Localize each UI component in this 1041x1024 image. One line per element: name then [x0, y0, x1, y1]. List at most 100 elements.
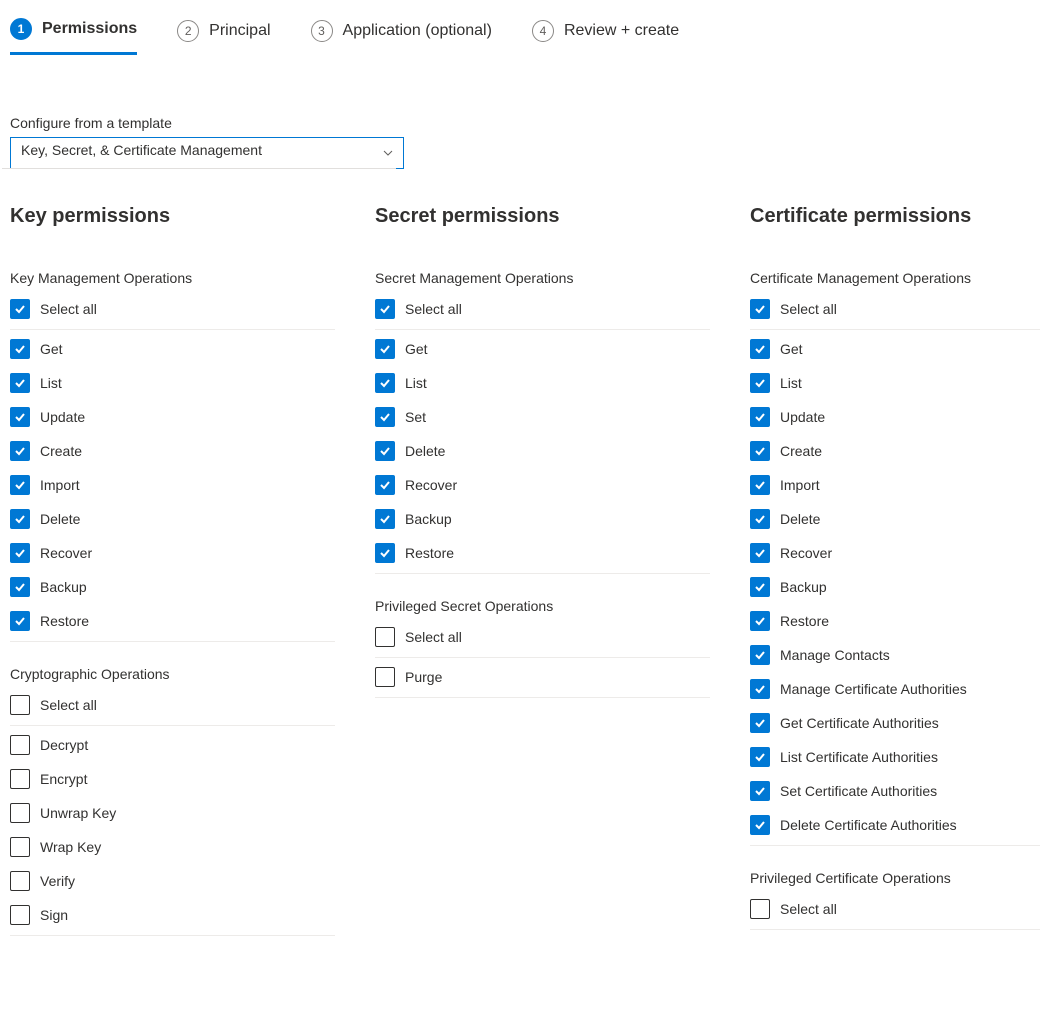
checkbox[interactable]: [750, 373, 770, 393]
permission-row[interactable]: Set: [375, 400, 710, 434]
checkbox[interactable]: [10, 407, 30, 427]
checkbox[interactable]: [375, 441, 395, 461]
permission-row[interactable]: Create: [10, 434, 335, 468]
permission-row[interactable]: Get: [750, 332, 1040, 366]
checkbox[interactable]: [750, 475, 770, 495]
checkbox[interactable]: [750, 747, 770, 767]
checkbox[interactable]: [750, 645, 770, 665]
checkbox[interactable]: [10, 441, 30, 461]
permission-row[interactable]: Delete: [750, 502, 1040, 536]
checkbox[interactable]: [750, 781, 770, 801]
checkbox[interactable]: [375, 475, 395, 495]
permission-row[interactable]: List: [375, 366, 710, 400]
permission-row[interactable]: Unwrap Key: [10, 796, 335, 830]
checkbox[interactable]: [750, 407, 770, 427]
permission-row[interactable]: Manage Contacts: [750, 638, 1040, 672]
checkbox[interactable]: [10, 299, 30, 319]
checkbox[interactable]: [10, 803, 30, 823]
permission-row[interactable]: Import: [750, 468, 1040, 502]
permission-row[interactable]: Get: [10, 332, 335, 366]
permission-row[interactable]: Import: [10, 468, 335, 502]
checkbox[interactable]: [10, 509, 30, 529]
permission-row[interactable]: Decrypt: [10, 728, 335, 762]
checkbox[interactable]: [750, 679, 770, 699]
permission-row[interactable]: Verify: [10, 864, 335, 898]
permission-label: Delete Certificate Authorities: [780, 817, 957, 833]
checkbox[interactable]: [750, 815, 770, 835]
checkbox[interactable]: [10, 373, 30, 393]
checkbox[interactable]: [10, 837, 30, 857]
permission-row[interactable]: Sign: [10, 898, 335, 936]
checkbox[interactable]: [750, 299, 770, 319]
permission-row[interactable]: Delete: [10, 502, 335, 536]
permission-row[interactable]: Recover: [375, 468, 710, 502]
permission-row[interactable]: Update: [750, 400, 1040, 434]
permission-row[interactable]: Get Certificate Authorities: [750, 706, 1040, 740]
select-all-row[interactable]: Select all: [10, 292, 335, 330]
select-all-row[interactable]: Select all: [375, 292, 710, 330]
permission-row[interactable]: List: [750, 366, 1040, 400]
checkbox[interactable]: [10, 905, 30, 925]
permission-row[interactable]: Purge: [375, 660, 710, 698]
permission-label: Select all: [405, 629, 462, 645]
checkbox[interactable]: [10, 769, 30, 789]
permission-label: Get: [405, 341, 428, 357]
permission-label: Decrypt: [40, 737, 88, 753]
checkbox[interactable]: [10, 695, 30, 715]
group-title: Certificate Management Operations: [750, 270, 1040, 286]
checkbox[interactable]: [10, 577, 30, 597]
permission-row[interactable]: Wrap Key: [10, 830, 335, 864]
checkbox[interactable]: [10, 871, 30, 891]
checkbox[interactable]: [750, 611, 770, 631]
permission-row[interactable]: Restore: [375, 536, 710, 574]
tab-label: Permissions: [42, 20, 137, 38]
checkbox[interactable]: [750, 577, 770, 597]
select-all-row[interactable]: Select all: [375, 620, 710, 658]
checkbox[interactable]: [375, 339, 395, 359]
checkbox[interactable]: [750, 713, 770, 733]
checkbox[interactable]: [10, 543, 30, 563]
permission-row[interactable]: Delete: [375, 434, 710, 468]
permission-row[interactable]: Delete Certificate Authorities: [750, 808, 1040, 846]
checkbox[interactable]: [750, 509, 770, 529]
permission-row[interactable]: Set Certificate Authorities: [750, 774, 1040, 808]
checkbox[interactable]: [750, 899, 770, 919]
checkbox[interactable]: [750, 441, 770, 461]
permission-label: Recover: [405, 477, 457, 493]
permission-row[interactable]: Backup: [375, 502, 710, 536]
permission-row[interactable]: Encrypt: [10, 762, 335, 796]
checkbox[interactable]: [375, 543, 395, 563]
permission-row[interactable]: Get: [375, 332, 710, 366]
permission-row[interactable]: Update: [10, 400, 335, 434]
permission-row[interactable]: List Certificate Authorities: [750, 740, 1040, 774]
tab-application-optional-[interactable]: 3Application (optional): [311, 10, 492, 55]
checkbox[interactable]: [750, 543, 770, 563]
permission-row[interactable]: Backup: [750, 570, 1040, 604]
select-all-row[interactable]: Select all: [750, 292, 1040, 330]
permission-row[interactable]: Backup: [10, 570, 335, 604]
tab-permissions[interactable]: 1Permissions: [10, 10, 137, 55]
checkbox[interactable]: [10, 611, 30, 631]
checkbox[interactable]: [375, 299, 395, 319]
checkbox[interactable]: [750, 339, 770, 359]
permission-row[interactable]: Create: [750, 434, 1040, 468]
permission-row[interactable]: Manage Certificate Authorities: [750, 672, 1040, 706]
checkbox[interactable]: [375, 627, 395, 647]
tab-review-create[interactable]: 4Review + create: [532, 10, 679, 55]
checkbox[interactable]: [10, 339, 30, 359]
permission-row[interactable]: Recover: [10, 536, 335, 570]
checkbox[interactable]: [375, 373, 395, 393]
template-select[interactable]: Key, Secret, & Certificate Management: [10, 137, 404, 169]
permission-row[interactable]: Restore: [750, 604, 1040, 638]
checkbox[interactable]: [375, 407, 395, 427]
select-all-row[interactable]: Select all: [10, 688, 335, 726]
permission-row[interactable]: Recover: [750, 536, 1040, 570]
tab-principal[interactable]: 2Principal: [177, 10, 270, 55]
checkbox[interactable]: [375, 667, 395, 687]
checkbox[interactable]: [10, 475, 30, 495]
checkbox[interactable]: [375, 509, 395, 529]
permission-row[interactable]: List: [10, 366, 335, 400]
select-all-row[interactable]: Select all: [750, 892, 1040, 930]
permission-row[interactable]: Restore: [10, 604, 335, 642]
checkbox[interactable]: [10, 735, 30, 755]
